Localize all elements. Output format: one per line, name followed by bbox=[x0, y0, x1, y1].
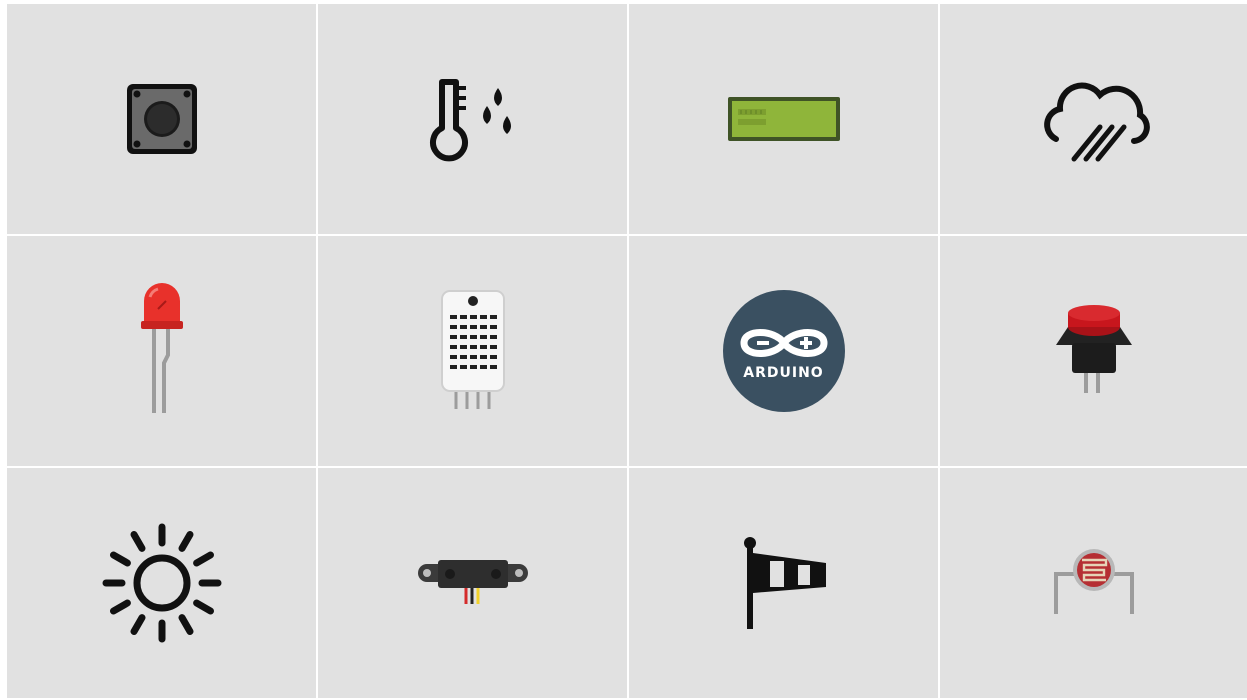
red-push-button-icon bbox=[1056, 305, 1132, 393]
tile-lcd[interactable] bbox=[629, 4, 938, 234]
tile-led[interactable] bbox=[7, 236, 316, 466]
tile-photoresistor[interactable] bbox=[940, 468, 1247, 698]
arduino-logo-text: ARDUINO bbox=[743, 365, 824, 381]
arduino-logo-icon bbox=[722, 290, 845, 412]
dht-sensor-icon bbox=[440, 290, 505, 409]
tactile-push-button-icon bbox=[126, 84, 197, 154]
component-icon-grid: ARDUINO bbox=[0, 0, 1247, 700]
tile-push-button[interactable] bbox=[7, 4, 316, 234]
tile-windsock[interactable] bbox=[629, 468, 938, 698]
lcd-display-icon bbox=[727, 97, 840, 141]
photoresistor-icon bbox=[1054, 549, 1134, 614]
tile-ir-sensor[interactable] bbox=[318, 468, 627, 698]
tile-temperature-humidity[interactable] bbox=[318, 4, 627, 234]
rain-cloud-icon bbox=[1044, 82, 1150, 162]
red-led-icon bbox=[140, 283, 183, 413]
tile-red-button[interactable] bbox=[940, 236, 1247, 466]
windsock-icon bbox=[743, 537, 826, 629]
tile-dht-sensor[interactable] bbox=[318, 236, 627, 466]
tile-arduino[interactable]: ARDUINO bbox=[629, 236, 938, 466]
temperature-humidity-icon bbox=[429, 79, 511, 162]
ir-distance-sensor-icon bbox=[417, 560, 528, 604]
tile-rain[interactable] bbox=[940, 4, 1247, 234]
sun-icon bbox=[102, 523, 221, 643]
tile-sun[interactable] bbox=[7, 468, 316, 698]
